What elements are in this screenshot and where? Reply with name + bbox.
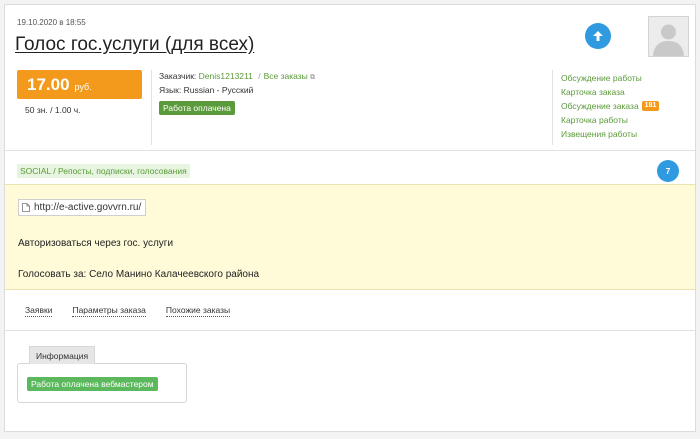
link-order-card[interactable]: Карточка заказа <box>561 85 659 99</box>
all-orders-link[interactable]: Все заказы <box>264 71 308 81</box>
order-description: http://e-active.govvrn.ru/ Авторизоватьс… <box>5 184 695 290</box>
order-title[interactable]: Голос гос.услуги (для всех) <box>15 34 254 56</box>
link-work-notices[interactable]: Извещения работы <box>561 127 659 141</box>
tab-similar-orders[interactable]: Похожие заказы <box>165 305 231 317</box>
description-line: Голосовать за: Село Манино Калачеевского… <box>18 269 260 280</box>
price-amount: 17.00 <box>27 75 70 94</box>
description-line: Авторизоваться через гос. услуги <box>18 238 174 249</box>
status-badge: Работа оплачена <box>159 101 235 115</box>
link-order-discussion[interactable]: Обсуждение заказа 181 <box>561 99 660 113</box>
order-links: Обсуждение работы Карточка заказа Обсужд… <box>561 71 660 141</box>
avatar[interactable] <box>648 16 689 57</box>
order-tabs: Заявки Параметры заказа Похожие заказы <box>25 305 231 317</box>
customer-line: Заказчик: Denis1213211 /Все заказы ⧉ <box>159 71 315 82</box>
external-link-icon[interactable]: ⧉ <box>310 74 315 81</box>
arrow-up-icon <box>593 31 603 41</box>
price-currency: руб. <box>74 82 92 92</box>
tab-requests[interactable]: Заявки <box>25 305 53 317</box>
language-line: Язык: Russian - Русский <box>159 85 254 95</box>
link-work-discussion[interactable]: Обсуждение работы <box>561 71 659 85</box>
tab-information[interactable]: Информация <box>29 346 96 364</box>
paid-by-webmaster-badge: Работа оплачена вебмастером <box>27 377 158 391</box>
price-badge: 17.00 руб. <box>17 70 142 99</box>
customer-separator: / <box>258 71 261 81</box>
file-icon <box>22 203 30 212</box>
customer-label: Заказчик: <box>159 71 197 81</box>
link-work-card[interactable]: Карточка работы <box>561 113 659 127</box>
url-link[interactable]: http://e-active.govvrn.ru/ <box>18 199 147 216</box>
divider <box>5 330 695 331</box>
up-button[interactable] <box>585 23 611 49</box>
customer-name-link[interactable]: Denis1213211 <box>199 71 253 81</box>
order-card: 19.10.2020 в 18:55 Голос гос.услуги (для… <box>4 4 696 432</box>
discussion-count-badge: 181 <box>641 101 660 111</box>
price-meta: 50 зн. / 1.00 ч. <box>25 105 81 115</box>
category-tag[interactable]: SOCIAL / Репосты, подписки, голосования <box>17 164 190 178</box>
tab-order-params[interactable]: Параметры заказа <box>72 305 146 317</box>
divider <box>151 70 152 145</box>
category-count-badge: 7 <box>657 160 679 182</box>
divider <box>5 150 695 151</box>
url-text: http://e-active.govvrn.ru/ <box>34 202 142 213</box>
user-silhouette-icon <box>649 17 688 56</box>
order-date: 19.10.2020 в 18:55 <box>17 18 86 27</box>
divider <box>552 70 553 145</box>
